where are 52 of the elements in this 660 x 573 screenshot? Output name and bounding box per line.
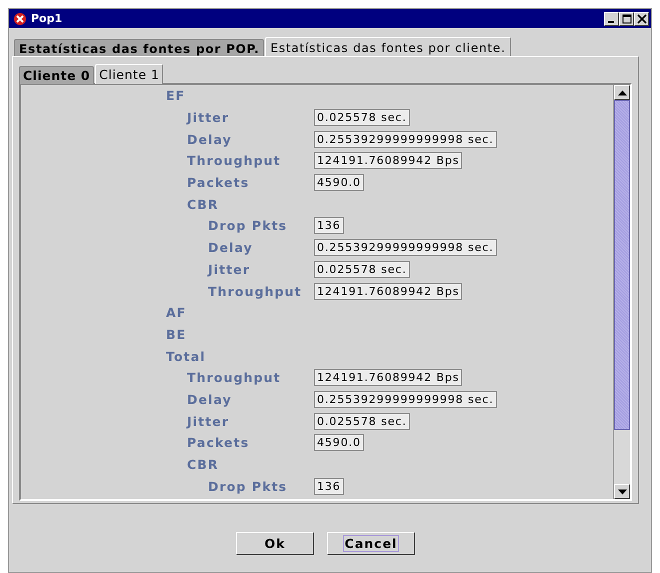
value-field: 136 (314, 217, 344, 234)
value-field: 0.025578 sec. (314, 109, 410, 126)
value-field: 0.025578 sec. (314, 260, 410, 278)
value-field: 4590.0 (314, 174, 364, 192)
maximize-icon (622, 14, 632, 24)
dialog-button[interactable]: Cancel (327, 532, 415, 555)
value-field: 0.25539299999999998 sec. (314, 239, 497, 256)
tree-label[interactable]: Jitter (21, 110, 314, 126)
tree-label[interactable]: Throughput (21, 284, 314, 299)
scroll-down-button[interactable] (614, 484, 630, 499)
app-icon (13, 12, 27, 26)
up-arrow-icon (618, 90, 626, 96)
scrollbar[interactable] (613, 85, 630, 499)
value-field: 0.25539299999999998 sec. (314, 130, 497, 148)
value-field: 124191.76089942 Bps (314, 152, 462, 170)
tree-label[interactable]: Drop Pkts (21, 478, 314, 494)
dialog-button[interactable]: Ok (236, 532, 314, 555)
maximize-button[interactable] (619, 12, 634, 26)
tree-label[interactable]: Jitter (21, 262, 314, 277)
value-field: 124191.76089942 Bps (314, 282, 462, 300)
window-title: Pop1 (31, 12, 64, 25)
tree-label[interactable]: Delay (21, 392, 314, 407)
tree-label[interactable]: Delay (21, 240, 314, 256)
tab[interactable]: Cliente 1 (95, 64, 164, 84)
close-icon (636, 14, 646, 24)
minimize-button[interactable] (604, 12, 619, 26)
tree-label[interactable]: Packets (21, 435, 314, 450)
value-field: 136 (314, 478, 344, 495)
tree-label[interactable]: Delay (21, 132, 314, 147)
tree-label[interactable]: Drop Pkts (21, 218, 314, 234)
value-field: 0.25539299999999998 sec. (314, 390, 497, 408)
value-field: 0.025578 sec. (314, 412, 410, 430)
close-button[interactable] (634, 12, 649, 26)
down-arrow-icon (618, 488, 626, 494)
tree-label[interactable]: AF (21, 305, 314, 320)
tree-label[interactable]: BE (21, 326, 314, 342)
tab[interactable]: Estatísticas das fontes por POP. (14, 39, 264, 57)
scroll-up-button[interactable] (614, 85, 630, 100)
tree-label[interactable]: Throughput (21, 153, 314, 168)
tree-label[interactable]: Throughput (21, 370, 314, 386)
tab[interactable]: Estatísticas das fontes por cliente. (265, 37, 511, 57)
value-field: 4590.0 (314, 434, 364, 452)
tree-label[interactable]: Jitter (21, 414, 314, 429)
value-field: 124191.76089942 Bps (314, 369, 462, 386)
tree-label[interactable]: CBR (21, 457, 314, 472)
minimize-icon (608, 20, 614, 22)
scroll-thumb[interactable] (614, 100, 630, 430)
tab[interactable]: Cliente 0 (19, 66, 94, 84)
tree-label[interactable]: Packets (21, 175, 314, 190)
tree-label[interactable]: CBR (21, 196, 314, 212)
tree-label[interactable]: Total (21, 348, 314, 364)
tree-label[interactable]: EF (21, 88, 314, 104)
